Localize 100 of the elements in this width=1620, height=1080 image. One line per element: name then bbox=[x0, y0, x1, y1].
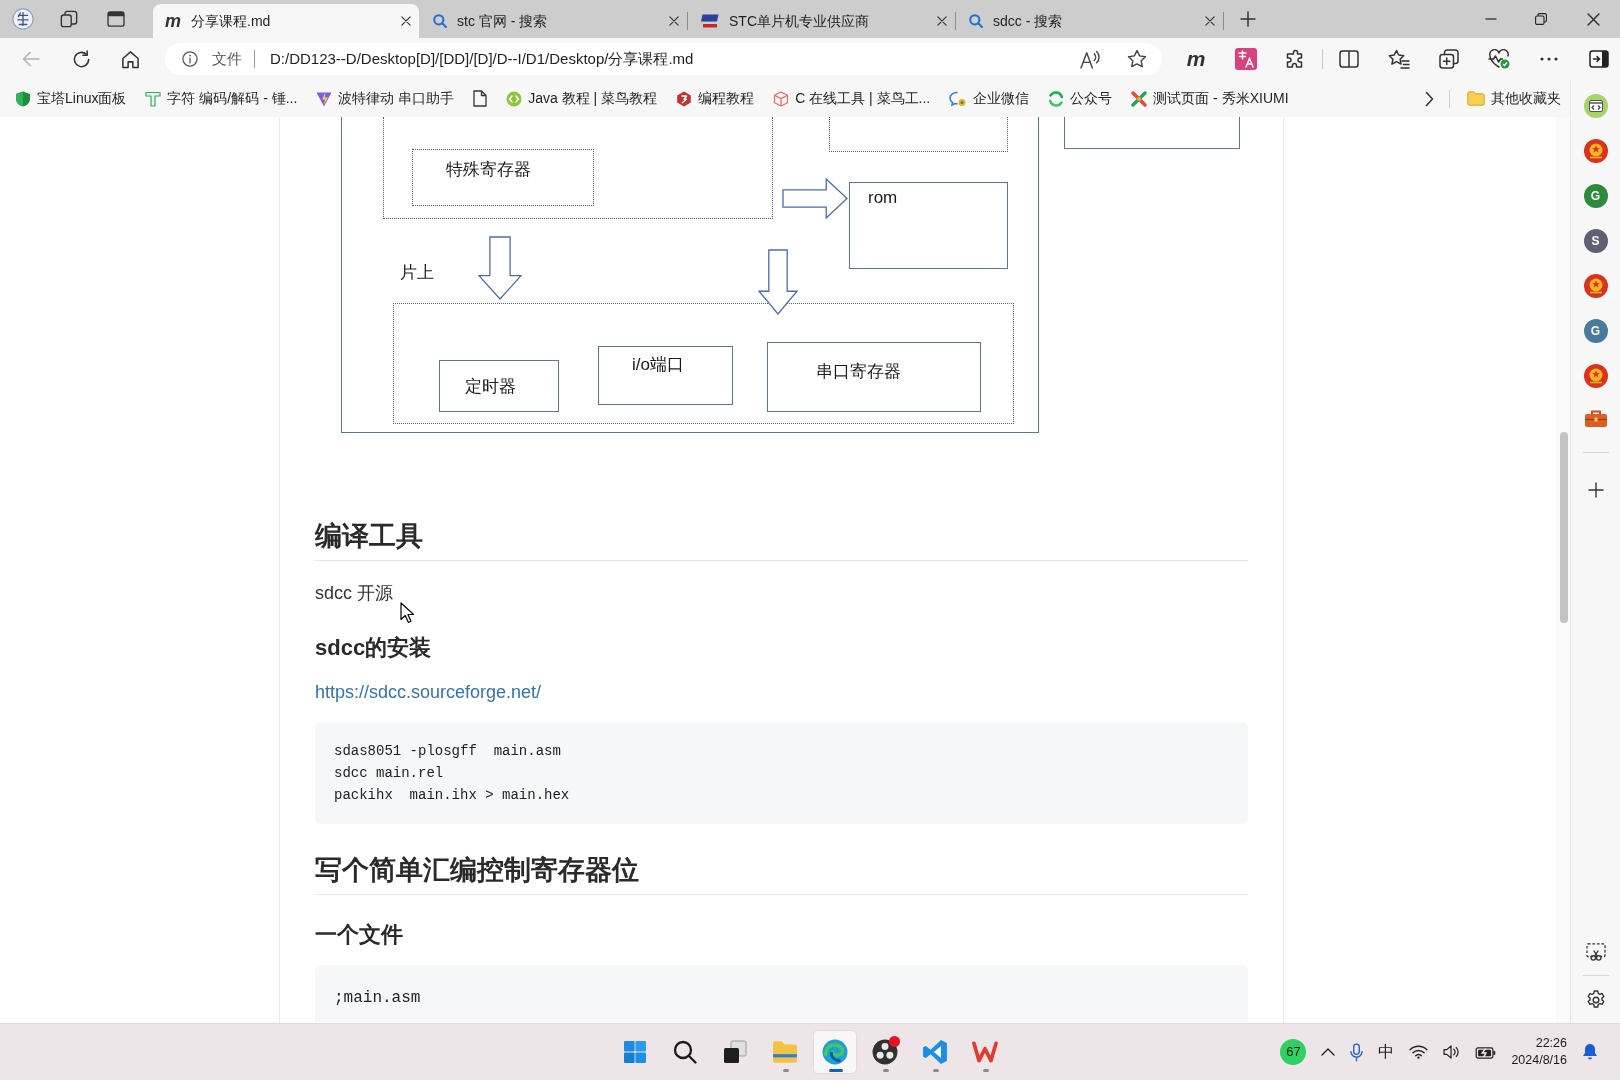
subsection-heading: sdcc的安装 bbox=[315, 634, 432, 662]
down-arrow-icon bbox=[758, 249, 798, 315]
bookmark-link[interactable]: Java 教程 | 菜鸟教程 bbox=[500, 85, 664, 112]
favorites-icon[interactable] bbox=[1388, 49, 1410, 69]
close-icon[interactable] bbox=[1586, 12, 1600, 26]
code-block: ;main.asm bbox=[315, 965, 1248, 1022]
profile-icon[interactable] bbox=[12, 8, 34, 30]
sidebar-toggle-icon[interactable] bbox=[1589, 50, 1609, 68]
search-icon bbox=[673, 1040, 697, 1064]
app-avatar[interactable]: G bbox=[1583, 319, 1608, 343]
bookmark-link[interactable]: 编程教程 bbox=[670, 85, 761, 112]
hexagon-logo-icon bbox=[676, 90, 693, 107]
bookmark-link[interactable]: 测试页面 - 秀米XIUMI bbox=[1125, 85, 1295, 112]
heart-pulse-icon[interactable] bbox=[1488, 49, 1510, 69]
emblem-icon[interactable] bbox=[1583, 364, 1608, 388]
close-icon[interactable] bbox=[669, 16, 679, 26]
cross-logo-icon bbox=[1131, 90, 1148, 107]
search-icon bbox=[969, 14, 983, 28]
bookmark-link[interactable]: 波特律动 串口助手 bbox=[310, 85, 461, 112]
scrollbar-thumb[interactable] bbox=[1560, 432, 1568, 623]
info-icon[interactable] bbox=[182, 51, 198, 67]
clock-time[interactable]: 22:26 bbox=[1535, 1035, 1567, 1052]
favorite-star-icon[interactable] bbox=[1127, 49, 1147, 69]
app-avatar[interactable]: S bbox=[1583, 229, 1608, 253]
restore-icon[interactable] bbox=[1535, 13, 1547, 25]
toolbox-icon[interactable] bbox=[1584, 409, 1607, 427]
task-view-icon bbox=[723, 1040, 747, 1064]
browser-tab[interactable]: stc 官网 - 搜索 bbox=[421, 4, 687, 38]
link[interactable]: https://sdcc.sourceforge.net/ bbox=[315, 678, 542, 707]
settings-icon[interactable] bbox=[1585, 990, 1606, 1010]
zigzag-icon bbox=[972, 1041, 998, 1063]
mouse-cursor-icon bbox=[400, 602, 414, 624]
app-avatar[interactable]: G bbox=[1583, 184, 1608, 208]
search-icon bbox=[433, 14, 447, 28]
extension-letter[interactable]: m bbox=[1186, 48, 1206, 70]
section-heading: 编译工具 bbox=[315, 520, 423, 553]
browser-tab[interactable]: sdcc - 搜索 bbox=[957, 4, 1223, 38]
bookmark-link[interactable]: 宝塔Linux面板 bbox=[9, 85, 133, 112]
hammer-icon bbox=[145, 90, 162, 107]
bookmark-link[interactable]: C 在线工具 | 菜鸟工... bbox=[767, 85, 937, 112]
bookmark-link[interactable]: 字符 编码/解码 - 锤... bbox=[139, 85, 304, 112]
add-icon[interactable] bbox=[1587, 482, 1604, 498]
paragraph-text: sdcc 开源 bbox=[315, 582, 393, 605]
new-tab-icon[interactable] bbox=[1240, 11, 1256, 27]
emblem-icon[interactable] bbox=[1583, 139, 1608, 163]
wifi-icon[interactable] bbox=[1409, 1045, 1429, 1059]
home-icon[interactable] bbox=[120, 49, 140, 69]
cube-icon bbox=[773, 90, 790, 107]
diagram-label: rom bbox=[868, 188, 898, 208]
browser-tab[interactable]: STC单片机专业供应商 bbox=[689, 4, 955, 38]
tray-app-badge[interactable]: 67 bbox=[1280, 1039, 1307, 1065]
diagram-label: i/o端口 bbox=[632, 355, 684, 375]
microphone-icon[interactable] bbox=[1350, 1042, 1364, 1062]
down-arrow-icon bbox=[478, 236, 522, 300]
collections-icon[interactable] bbox=[1439, 49, 1459, 69]
section-heading: 写个简单汇编控制寄存器位 bbox=[315, 854, 639, 887]
split-screen-icon[interactable] bbox=[1339, 50, 1359, 68]
browser-tab[interactable]: m 分享课程.md bbox=[153, 4, 419, 38]
address-bar[interactable]: 文件 D:/DD123--D/Desktop[D]/[DD]/[D]/D--I/D1/Desktop/分享课程.md bbox=[165, 43, 1162, 75]
translate-icon[interactable] bbox=[1235, 48, 1257, 70]
input-method-indicator[interactable]: 中 bbox=[1378, 1040, 1395, 1064]
speaker-icon[interactable] bbox=[1443, 1045, 1461, 1059]
diagram-label: 串口寄存器 bbox=[816, 362, 901, 382]
close-icon[interactable] bbox=[937, 16, 947, 26]
ribbon-icon bbox=[922, 1039, 948, 1065]
logo-icon bbox=[701, 14, 719, 28]
read-aloud-icon[interactable] bbox=[1080, 49, 1101, 69]
address-url[interactable]: D:/DD123--D/Desktop[D]/[DD]/[D]/D--I/D1/Desktop/分享课程.md bbox=[270, 47, 694, 71]
chevron-up-icon[interactable] bbox=[1321, 1048, 1336, 1056]
chat-bubble-icon bbox=[949, 90, 968, 107]
diagram-label: 片上 bbox=[400, 263, 434, 283]
chevron-right-icon[interactable] bbox=[1425, 90, 1434, 107]
disc-icon bbox=[872, 1039, 898, 1065]
clock-date[interactable]: 2024/8/16 bbox=[1511, 1052, 1567, 1069]
shield-icon bbox=[15, 90, 31, 107]
diagram-label: 特殊寄存器 bbox=[446, 160, 531, 180]
tab-panel-icon[interactable] bbox=[107, 11, 125, 27]
start-icon bbox=[623, 1040, 647, 1064]
bookmark-link[interactable]: 公众号 bbox=[1042, 85, 1119, 112]
screenshot-icon[interactable] bbox=[1585, 943, 1606, 961]
close-icon[interactable] bbox=[401, 16, 411, 26]
battery-icon[interactable] bbox=[1475, 1045, 1497, 1059]
triangle-logo-icon bbox=[316, 90, 333, 107]
folder-icon bbox=[772, 1040, 798, 1064]
emblem-icon[interactable] bbox=[1583, 274, 1608, 298]
subsection-heading: 一个文件 bbox=[315, 921, 403, 949]
close-icon[interactable] bbox=[1205, 16, 1215, 26]
more-icon[interactable] bbox=[1540, 57, 1558, 61]
refresh-icon[interactable] bbox=[71, 49, 91, 69]
favicon-letter: m bbox=[165, 12, 181, 30]
site-info-label[interactable]: 文件 bbox=[212, 47, 242, 71]
workspaces-icon[interactable] bbox=[60, 10, 78, 28]
code-bubble-icon bbox=[506, 90, 523, 107]
bookmark-folder[interactable]: 其他收藏夹 bbox=[1461, 85, 1567, 112]
bell-icon[interactable] bbox=[1582, 1043, 1598, 1061]
swirl-icon bbox=[822, 1039, 848, 1065]
code-block: sdas8051 -plosgff main.asm sdcc main.rel packihx main.ihx > main.hex bbox=[315, 722, 1248, 824]
code-window-icon[interactable] bbox=[1583, 94, 1608, 118]
file-icon[interactable] bbox=[473, 90, 488, 107]
bookmark-link[interactable]: 企业微信 bbox=[943, 85, 1036, 112]
